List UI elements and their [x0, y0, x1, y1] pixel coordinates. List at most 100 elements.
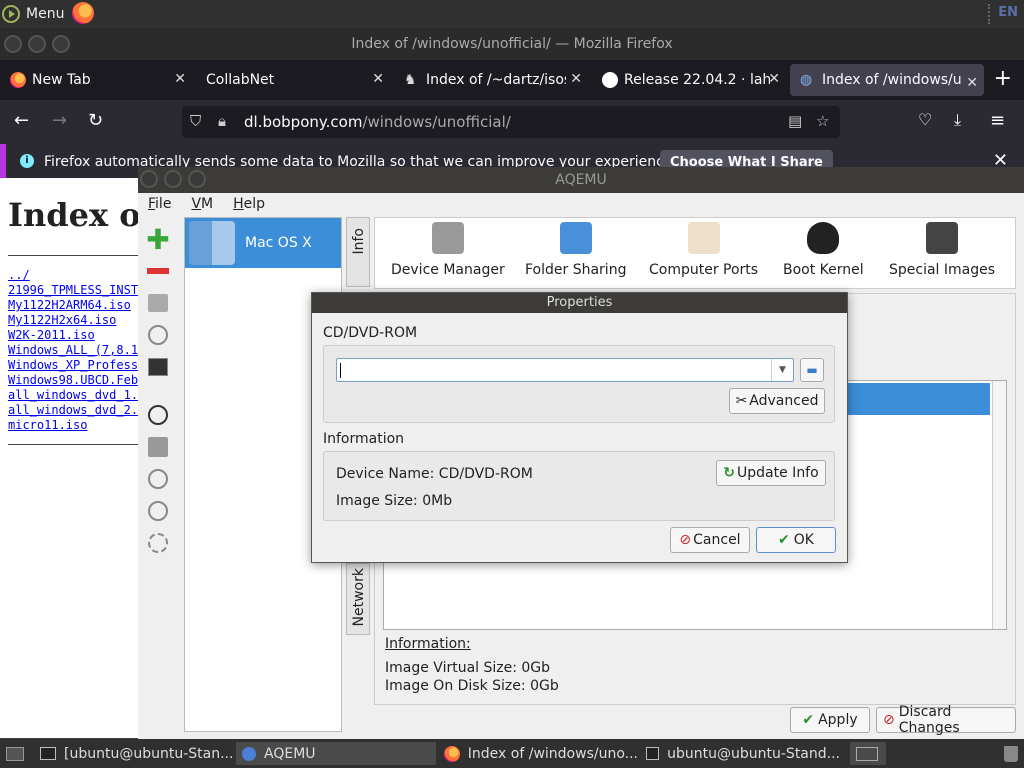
maximize-window-button[interactable] — [52, 35, 70, 53]
tux-icon — [807, 222, 840, 254]
taskbar-item-firefox[interactable]: Index of /windows/uno... — [438, 742, 638, 765]
tab-dartz-isos[interactable]: ♞ Index of /~dartz/isos/ ✕ — [394, 60, 588, 100]
file-link[interactable]: Windows98.UBCD.Feb2023 — [8, 373, 140, 388]
file-link[interactable]: ../ — [8, 268, 140, 283]
save-vm-button[interactable] — [142, 433, 174, 461]
start-vm-button[interactable] — [142, 401, 174, 429]
file-link[interactable]: all_windows_dvd_1.iso — [8, 388, 140, 403]
start-menu-button[interactable]: Menu — [2, 3, 64, 25]
menu-file[interactable]: File — [138, 193, 181, 217]
downloads-icon[interactable]: ⤓ — [954, 110, 961, 130]
bookmark-star-icon[interactable]: ☆ — [816, 112, 829, 130]
shield-icon[interactable]: ⛉ — [190, 112, 201, 130]
desktop-icon — [6, 746, 24, 761]
file-link[interactable]: W2K-2011.iso — [8, 328, 140, 343]
close-tab-icon[interactable]: ✕ — [966, 75, 978, 91]
computer-ports-label: Computer Ports — [649, 262, 759, 278]
menu-vm[interactable]: VM — [181, 193, 223, 217]
minimize-window-button[interactable] — [164, 170, 182, 188]
monitor-button[interactable] — [142, 353, 174, 381]
file-link[interactable]: Windows_ALL_(7,8.1,10,11) — [8, 343, 140, 358]
new-tab-plus-icon[interactable]: + — [994, 66, 1012, 91]
keyboard-layout-indicator[interactable]: EN — [998, 5, 1018, 20]
chip-icon — [926, 222, 959, 254]
file-link[interactable]: My1122H2ARM64.iso — [8, 298, 140, 313]
pause-vm-button[interactable] — [142, 465, 174, 493]
firefox-launcher-icon[interactable] — [72, 2, 94, 24]
browse-file-button[interactable]: ▬ — [800, 358, 824, 382]
plus-icon: ✚ — [146, 222, 170, 256]
close-window-button[interactable] — [140, 170, 158, 188]
file-link[interactable]: all_windows_dvd_2.iso — [8, 403, 140, 418]
globe-icon: ◍ — [800, 72, 813, 88]
close-tab-icon[interactable]: ✕ — [174, 71, 186, 87]
advanced-button[interactable]: ✂ Advanced — [729, 388, 825, 414]
close-tab-icon[interactable]: ✕ — [372, 71, 384, 87]
device-manager-button[interactable]: Device Manager — [391, 222, 505, 278]
taskbar-item-terminal-1[interactable]: [ubuntu@ubuntu-Stan... — [34, 742, 234, 765]
workspace-icon — [856, 746, 878, 761]
tab-info[interactable]: Info — [346, 217, 370, 287]
close-window-button[interactable] — [4, 35, 22, 53]
file-link[interactable]: micro11.iso — [8, 418, 140, 433]
discard-label: Discard Changes — [898, 704, 960, 736]
delete-vm-button[interactable] — [142, 257, 174, 285]
boot-kernel-button[interactable]: Boot Kernel — [783, 222, 864, 278]
snapshot-button[interactable] — [142, 321, 174, 349]
vm-list-item[interactable]: Mac OS X — [185, 218, 341, 268]
mac-os-icon — [189, 221, 235, 265]
check-icon: ✔ — [802, 712, 815, 728]
cd-image-combobox[interactable]: ▼ — [336, 358, 794, 382]
page-heading: Index of /windows/unofficial/ — [8, 196, 140, 234]
play-icon — [148, 405, 168, 425]
trash-button[interactable] — [998, 742, 1022, 765]
menu-help[interactable]: Help — [223, 193, 275, 217]
ok-button[interactable]: ✔ OK — [756, 527, 836, 553]
tab-collabnet[interactable]: CollabNet ✕ — [196, 60, 390, 100]
apply-label: Apply — [818, 712, 858, 728]
workspace-switcher[interactable] — [850, 742, 886, 765]
tab-new-tab[interactable]: New Tab ✕ — [0, 60, 192, 100]
chevron-down-icon[interactable]: ▼ — [771, 359, 793, 381]
taskbar-item-terminal-2[interactable]: ubuntu@ubuntu-Stand... — [640, 742, 840, 765]
taskbar-item-aqemu[interactable]: AQEMU — [236, 742, 436, 765]
tools-icon: ✂ — [735, 393, 748, 409]
lock-icon[interactable]: 🔒︎ — [218, 112, 226, 130]
reader-view-icon[interactable]: ▤ — [788, 112, 802, 130]
discard-changes-button[interactable]: ⊘ Discard Changes — [876, 704, 1016, 736]
tab-index-windows[interactable]: ◍ Index of /windows/unofficial/ ✕ — [790, 64, 984, 96]
minimize-window-button[interactable] — [28, 35, 46, 53]
show-desktop-button[interactable] — [0, 742, 30, 765]
back-arrow-icon[interactable]: ← — [14, 110, 29, 131]
tab-release[interactable]: Release 22.04.2 · lah7 ✕ — [592, 60, 786, 100]
url-bar[interactable]: ⛉ 🔒︎ dl.bobpony.com/windows/unofficial/ … — [182, 106, 840, 138]
forward-arrow-icon[interactable]: → — [52, 110, 67, 131]
folder-sharing-button[interactable]: Folder Sharing — [525, 222, 626, 278]
reload-icon[interactable]: ↻ — [88, 110, 103, 131]
close-tab-icon[interactable]: ✕ — [768, 71, 780, 87]
tab-label: CollabNet — [206, 72, 275, 88]
dialog-title: Properties — [312, 293, 847, 313]
trash-icon — [1004, 745, 1018, 762]
update-info-button[interactable]: ↻ Update Info — [716, 460, 826, 486]
cancel-button[interactable]: ⊘ Cancel — [670, 527, 750, 553]
scrollbar[interactable] — [992, 381, 1006, 629]
stop-vm-button[interactable] — [142, 497, 174, 525]
url-text[interactable]: dl.bobpony.com/windows/unofficial/ — [244, 113, 511, 131]
special-images-button[interactable]: Special Images — [889, 222, 995, 278]
file-link[interactable]: Windows_XP_Professional — [8, 358, 140, 373]
reset-vm-button[interactable] — [142, 529, 174, 557]
tab-label: Index of /windows/unofficial/ — [822, 72, 962, 88]
apply-button[interactable]: ✔ Apply — [790, 707, 870, 733]
ok-label: OK — [793, 532, 814, 548]
vm-settings-button[interactable] — [142, 289, 174, 317]
close-tab-icon[interactable]: ✕ — [570, 71, 582, 87]
file-link[interactable]: 21996_TPMLESS_INSTALL.iso — [8, 283, 140, 298]
hamburger-menu-icon[interactable]: ≡ — [990, 110, 1005, 131]
add-vm-button[interactable]: ✚ — [142, 222, 174, 256]
file-link[interactable]: My1122H2x64.iso — [8, 313, 140, 328]
tab-network[interactable]: Network — [346, 563, 370, 635]
pocket-icon[interactable]: ♡ — [918, 110, 932, 129]
maximize-window-button[interactable] — [188, 170, 206, 188]
computer-ports-button[interactable]: Computer Ports — [649, 222, 758, 278]
